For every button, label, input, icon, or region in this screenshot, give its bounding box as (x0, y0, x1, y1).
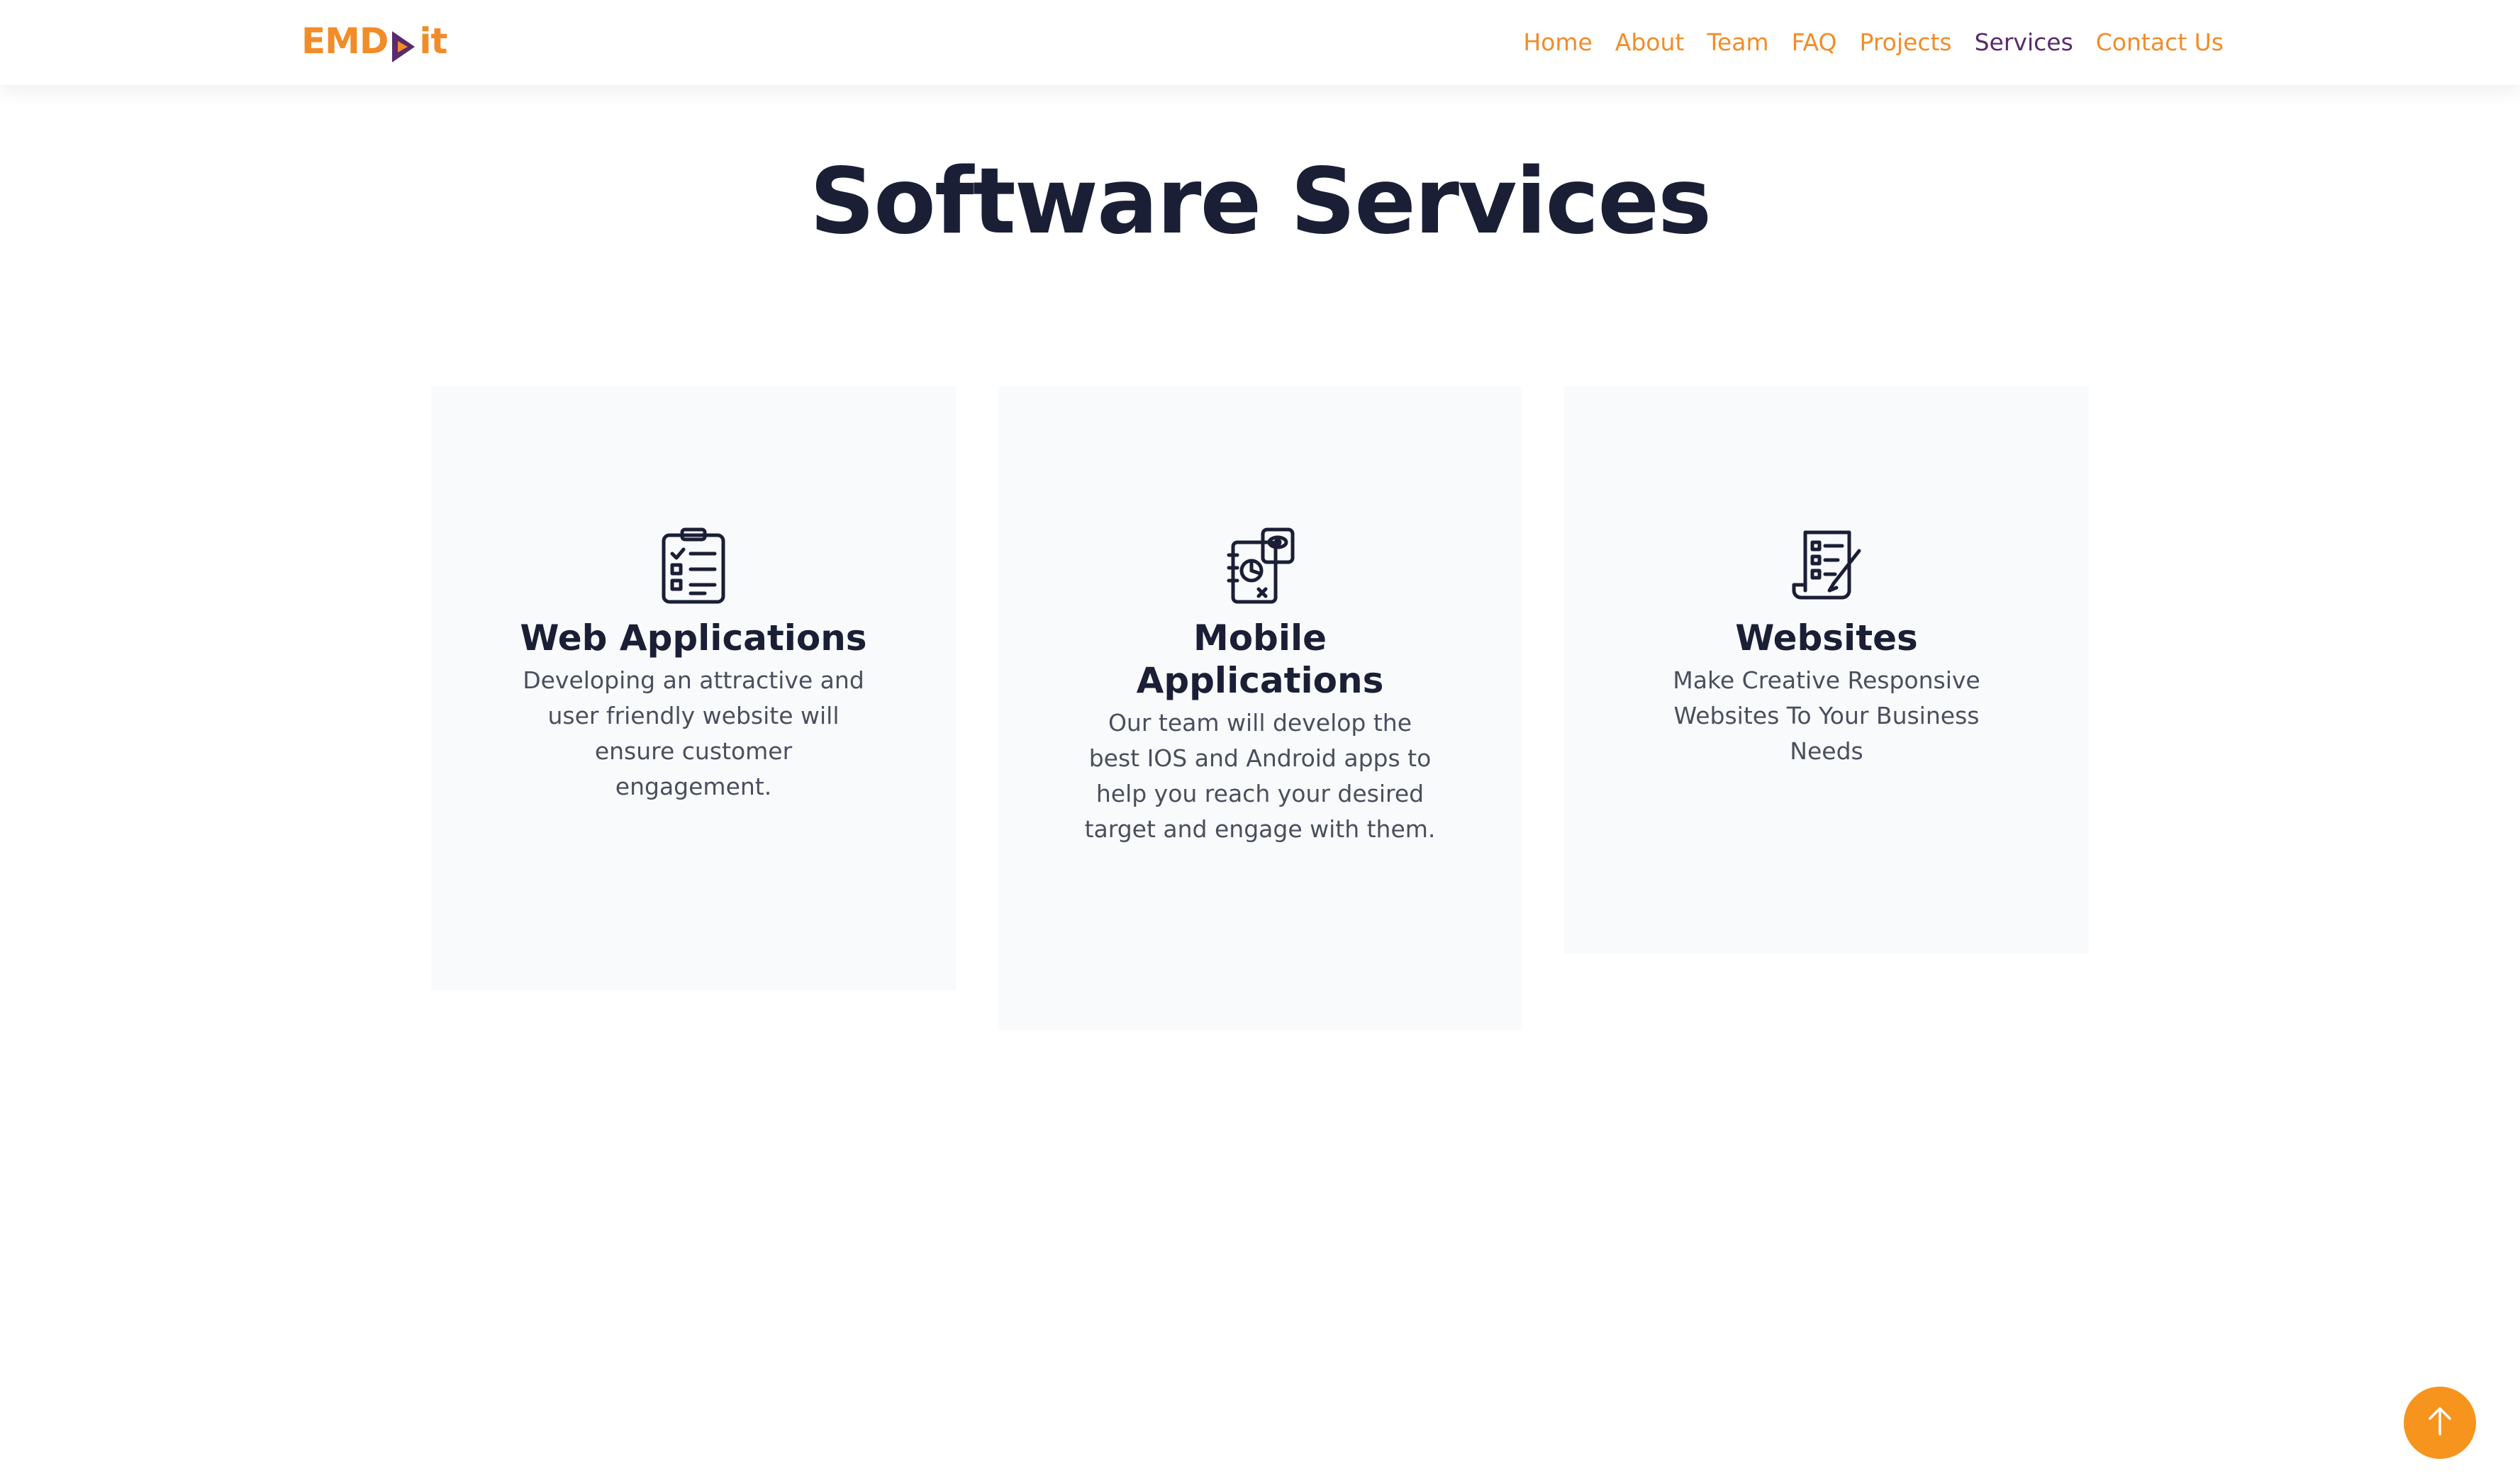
nav-link-projects[interactable]: Projects (1860, 26, 1952, 60)
card-title: Mobile Applications (1136, 617, 1384, 701)
nav-link-home[interactable]: Home (1523, 26, 1592, 60)
scroll-to-top-button[interactable] (2404, 1387, 2476, 1459)
card-description: Our team will develop the best IOS and A… (1084, 709, 1436, 843)
card-description: Developing an attractive and user friend… (523, 666, 864, 800)
site-header: EMD it Home About Team FAQ Projects Serv… (0, 0, 2520, 85)
card-title: Web Applications (520, 617, 867, 659)
nav-link-team[interactable]: Team (1707, 26, 1768, 60)
nav-link-about[interactable]: About (1615, 26, 1685, 60)
logo-text-left: EMD (301, 21, 389, 62)
page-title: Software Services (809, 149, 1712, 254)
logo-play-icon (389, 26, 418, 65)
logo-text-right: it (419, 21, 447, 62)
main-nav: Home About Team FAQ Projects Services Co… (1523, 26, 2224, 60)
card-title: Websites (1735, 617, 1918, 659)
checklist-clipboard-icon (658, 527, 729, 605)
service-card-mobile-applications: Mobile Applications Our team will develo… (998, 386, 1522, 1030)
service-card-websites: Websites Make Creative Responsive Websit… (1564, 386, 2089, 953)
logo[interactable]: EMD it (301, 18, 447, 64)
nav-link-faq[interactable]: FAQ (1792, 26, 1837, 60)
arrow-up-icon (2426, 1406, 2454, 1440)
mobile-notebook-eye-icon (1225, 527, 1295, 605)
service-card-web-applications: Web Applications Developing an attractiv… (431, 386, 956, 990)
card-description: Make Creative Responsive Websites To You… (1673, 666, 1980, 765)
nav-link-contact-us[interactable]: Contact Us (2096, 26, 2224, 60)
nav-link-services[interactable]: Services (1975, 26, 2073, 60)
document-pen-icon (1791, 527, 1862, 605)
